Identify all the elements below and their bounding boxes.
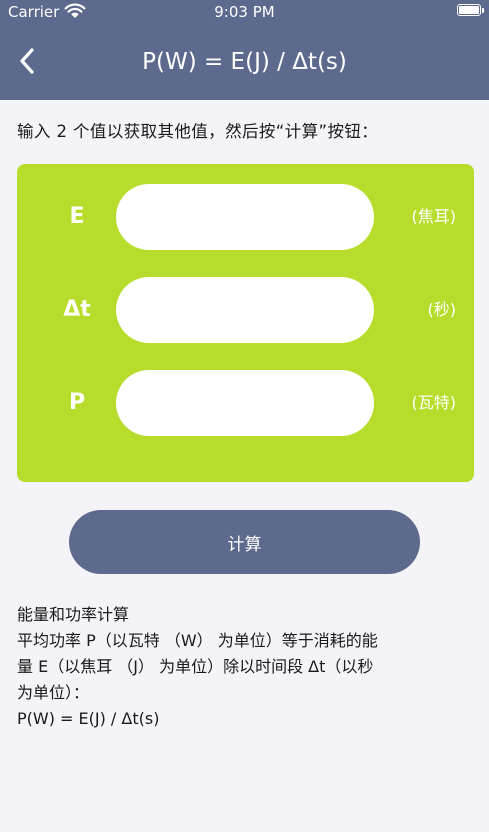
power-input[interactable] (116, 370, 374, 436)
energy-label: E (69, 204, 85, 229)
energy-row: E (焦耳) (17, 184, 474, 250)
power-label: P (68, 390, 86, 415)
calculate-button[interactable]: 计算 (69, 510, 420, 574)
description-text: 能量和功率计算 平均功率 P（以瓦特 （W） 为单位）等于消耗的能 量 E（以焦… (17, 602, 473, 732)
app-header: Carrier 9:03 PM P(W) = E(J) / Δt(s) (0, 0, 489, 100)
battery-icon (457, 4, 484, 16)
description-formula: P(W) = E(J) / Δt(s) (17, 709, 160, 728)
time-row: Δt (秒) (17, 277, 474, 343)
description-line: 为单位）： (17, 683, 90, 702)
page-title: P(W) = E(J) / Δt(s) (142, 49, 347, 75)
description-line: 平均功率 P（以瓦特 （W） 为单位）等于消耗的能 (17, 631, 378, 650)
time-label: Δt (63, 297, 91, 322)
back-button[interactable] (12, 44, 42, 78)
input-panel: E (焦耳) Δt (秒) P (瓦特) (17, 164, 474, 482)
chevron-left-icon (20, 48, 34, 74)
power-unit: (瓦特) (411, 393, 457, 412)
status-time: 9:03 PM (214, 3, 275, 21)
power-row: P (瓦特) (17, 370, 474, 436)
description-line: 量 E（以焦耳 （J） 为单位）除以时间段 Δt（以秒 (17, 657, 374, 676)
time-unit: (秒) (427, 300, 457, 319)
time-input[interactable] (116, 277, 374, 343)
energy-unit: (焦耳) (411, 207, 457, 226)
description-heading: 能量和功率计算 (17, 605, 130, 624)
energy-input[interactable] (116, 184, 374, 250)
status-bar: Carrier 9:03 PM (0, 0, 489, 26)
instruction-text: 输入 2 个值以获取其他值，然后按“计算”按钮： (17, 122, 379, 141)
